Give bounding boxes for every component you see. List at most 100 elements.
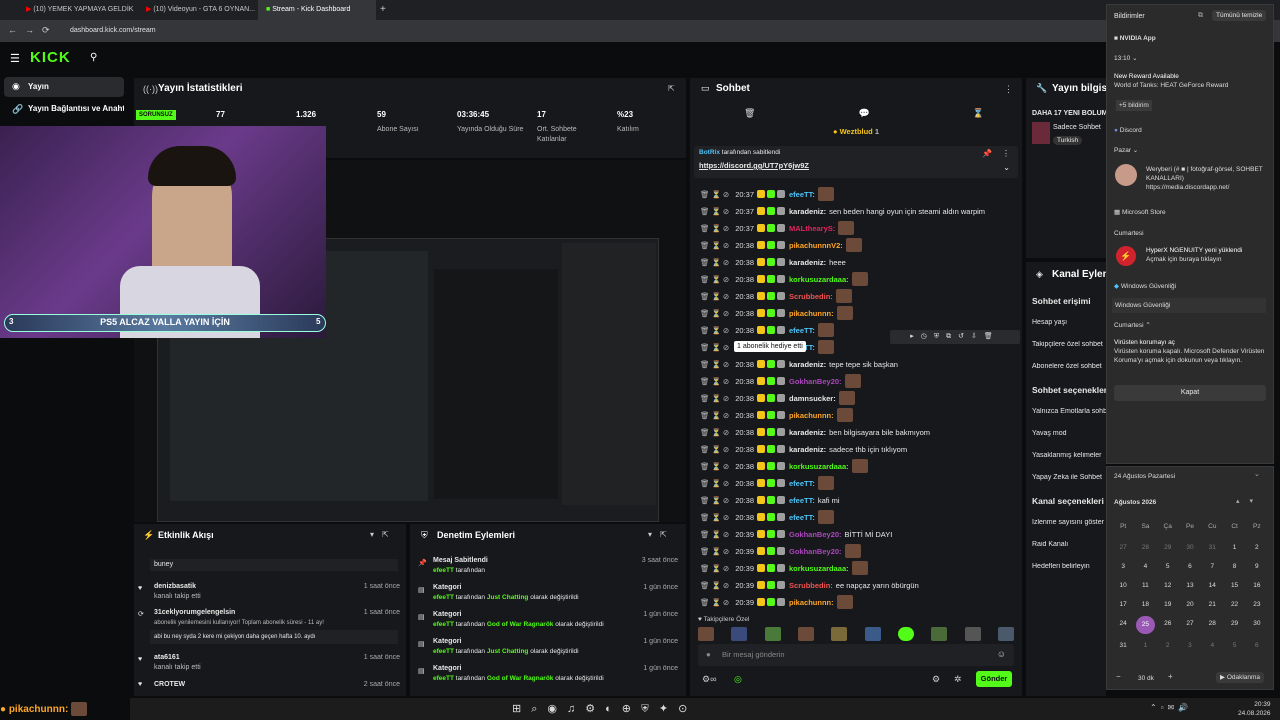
message-username[interactable]: pikachunnnV2: [789,241,843,250]
chat-message[interactable]: 🗑⏳⊘ 20:38 pikachunnn: [700,305,1020,322]
emote-icon[interactable] [764,627,781,641]
message-username[interactable]: efeeTT: [789,190,815,199]
chat-message[interactable]: 🗑⏳⊘ 20:38 Scrubbedin: [700,288,1020,305]
mod-action-icons[interactable]: 🗑⏳⊘ [700,394,735,403]
message-username[interactable]: efeeTT: [789,513,815,522]
calendar-day[interactable]: 13 [1179,582,1201,589]
url-field[interactable]: dashboard.kick.com/stream [70,24,156,38]
message-username[interactable]: GokhanBey20: [789,547,842,556]
calendar-day[interactable]: 4 [1201,642,1223,649]
calendar-day[interactable]: 18 [1134,601,1156,608]
chat-message[interactable]: 🗑⏳⊘ 20:38 karadeniz: tepe tepe sik başkan [700,356,1020,373]
channel-option[interactable]: Yasaklanmış kelimeler [1032,452,1106,459]
chat-message[interactable]: 🗑⏳⊘ 20:38 karadeniz: ben bilgisayara bile … [700,424,1020,441]
pin-icon[interactable]: ⚲ [90,52,97,63]
calendar-day[interactable]: 30 [1179,544,1201,551]
chat-message[interactable]: 🗑⏳⊘ 20:38 karadeniz: sadece thb için tıklı… [700,441,1020,458]
chat-input[interactable]: ● Bir mesaj gönderin ☺ [698,644,1014,666]
tray-clock[interactable]: 20:39 24.08.2026 [1238,700,1271,718]
message-username[interactable]: karadeniz: [789,258,826,267]
points-icon[interactable]: ◎ [734,674,742,685]
popout-icon[interactable]: ⇱ [668,84,675,93]
calendar-day[interactable]: 30 [1246,620,1268,630]
chat-message[interactable]: 🗑⏳⊘ 20:37 MALthearyS: [700,220,1020,237]
calendar-day[interactable]: 1 [1134,642,1156,649]
new-tab-icon[interactable]: + [380,4,386,15]
trash-icon[interactable]: 🗑 [744,108,755,119]
message-username[interactable]: karadeniz: [789,360,826,369]
calendar-day[interactable]: 16 [1246,582,1268,589]
pinned-link[interactable]: https://discord.gg/UT7pY6jw9Z [699,161,809,170]
calendar-day[interactable]: 5 [1157,563,1179,570]
more-notifications-button[interactable]: +5 bildirim [1116,100,1152,111]
mod-action-icons[interactable]: 🗑⏳⊘ [700,445,735,454]
browser-tab-youtube-1[interactable]: ▶ (10) YEMEK YAPMAYA GELDİK [18,0,136,20]
chevron-down-icon[interactable]: ⌄ [1003,163,1010,172]
chat-message[interactable]: 🗑⏳⊘ 20:38 efeeTT: [700,509,1020,526]
message-actions-toolbar[interactable]: ▸◷⛨⧉↺⇩🗑 [890,330,1020,344]
chat-message[interactable]: 🗑⏳⊘ 20:38 efeeTT: [700,475,1020,492]
mod-action-icons[interactable]: 🗑⏳⊘ [700,326,735,335]
channel-option[interactable]: Yapay Zeka ile Sohbet [1032,474,1106,481]
message-username[interactable]: karadeniz: [789,445,826,454]
calendar-day[interactable]: 12 [1157,582,1179,589]
calendar-day[interactable]: 3 [1112,563,1134,570]
emoji-icon[interactable]: ☺ [997,649,1006,659]
chat-message[interactable]: 🗑⏳⊘ 20:39 GokhanBey20: BİTTİ Mİ DAYI [700,526,1020,543]
calendar-day[interactable]: 24 [1112,620,1134,630]
mod-action-icons[interactable]: 🗑⏳⊘ [700,258,735,267]
calendar-day[interactable]: 2 [1157,642,1179,649]
mod-action-icons[interactable]: 🗑⏳⊘ [700,428,735,437]
chat-message[interactable]: 🗑⏳⊘ 20:39 Scrubbedin: ee napçaz yarın öbür… [700,577,1020,594]
chat-message[interactable]: 🗑⏳⊘ 20:38 pikachunnnV2: [700,237,1020,254]
mod-action-icons[interactable]: 🗑⏳⊘ [700,479,735,488]
calendar-day[interactable]: 10 [1112,582,1134,589]
chat-message[interactable]: 🗑⏳⊘ 20:37 efeeTT: [700,186,1020,203]
calendar-day[interactable]: 4 [1134,563,1156,570]
hourglass-icon[interactable]: ⌛ [973,108,984,119]
calendar-day[interactable]: 26 [1157,620,1179,630]
channel-option[interactable]: Yalnızca Emotlarla sohbet [1032,408,1106,415]
tray-icons[interactable]: ⌃▫✉🔊 [1150,703,1192,712]
calendar-nav-icon[interactable]: ▴▾ [1236,497,1263,505]
message-username[interactable]: Scrubbedin: [789,581,833,590]
emote-icon[interactable] [731,627,748,641]
mod-action-icons[interactable]: 🗑⏳⊘ [700,462,735,471]
mod-filter-icon[interactable]: ▾⇱ [648,530,675,539]
calendar-day[interactable]: 5 [1223,642,1245,649]
mod-action-icons[interactable]: 🗑⏳⊘ [700,275,735,284]
message-username[interactable]: efeeTT: [789,326,815,335]
emote-icon[interactable] [897,627,914,641]
message-username[interactable]: pikachunnn: [789,411,834,420]
calendar-day[interactable]: 31 [1201,544,1223,551]
browser-tab-youtube-2[interactable]: ▶ (10) Videoyun - GTA 6 OYNAN... [138,0,256,20]
mod-action-icons[interactable]: 🗑⏳⊘ [700,190,735,199]
emote-icon[interactable] [997,627,1014,641]
calendar-day[interactable]: 1 [1223,544,1245,551]
mod-action-icons[interactable]: 🗑⏳⊘ [700,530,735,539]
channel-option[interactable]: Abonelere özel sohbet [1032,363,1106,370]
browser-tab-kick[interactable]: ■ Stream - Kick Dashboard [258,0,376,20]
focus-button[interactable]: ▶ Odaklanma [1216,672,1265,683]
channel-option[interactable]: Raid Kanalı [1032,541,1106,548]
calendar-day[interactable]: 20 [1179,601,1201,608]
mod-action-icons[interactable]: 🗑⏳⊘ [700,241,735,250]
chat-message[interactable]: 🗑⏳⊘ 20:39 korkusuzardaaa: [700,560,1020,577]
calendar-day[interactable]: 21 [1201,601,1223,608]
chat-message[interactable]: 🗑⏳⊘ 20:39 pikachunnn: [700,594,1020,611]
mod-action-icons[interactable]: 🗑⏳⊘ [700,224,735,233]
emote-icon[interactable] [931,627,948,641]
calendar-day[interactable]: 28 [1201,620,1223,630]
channel-option[interactable]: Takipçilere özel sohbet [1032,341,1106,348]
calendar-day[interactable]: 6 [1179,563,1201,570]
nav-arrows-icon[interactable]: ←→⟳ [8,25,58,36]
message-username[interactable]: korkusuzardaaa: [789,462,849,471]
calendar-day[interactable]: 11 [1134,582,1156,589]
calendar-day[interactable]: 15 [1223,582,1245,589]
sidebar-item-yayin[interactable]: Yayın [4,77,124,97]
chat-message[interactable]: 🗑⏳⊘ 20:39 GokhanBey20: [700,543,1020,560]
taskbar-app-icons[interactable]: ⊞⌕◉♫⚙◐⊕⛨✦⊙ [512,702,697,716]
mod-action-icons[interactable]: 🗑⏳⊘ [700,360,735,369]
mod-action-icons[interactable]: 🗑⏳⊘ [700,411,735,420]
mod-action-icons[interactable]: 🗑⏳⊘ [700,496,735,505]
